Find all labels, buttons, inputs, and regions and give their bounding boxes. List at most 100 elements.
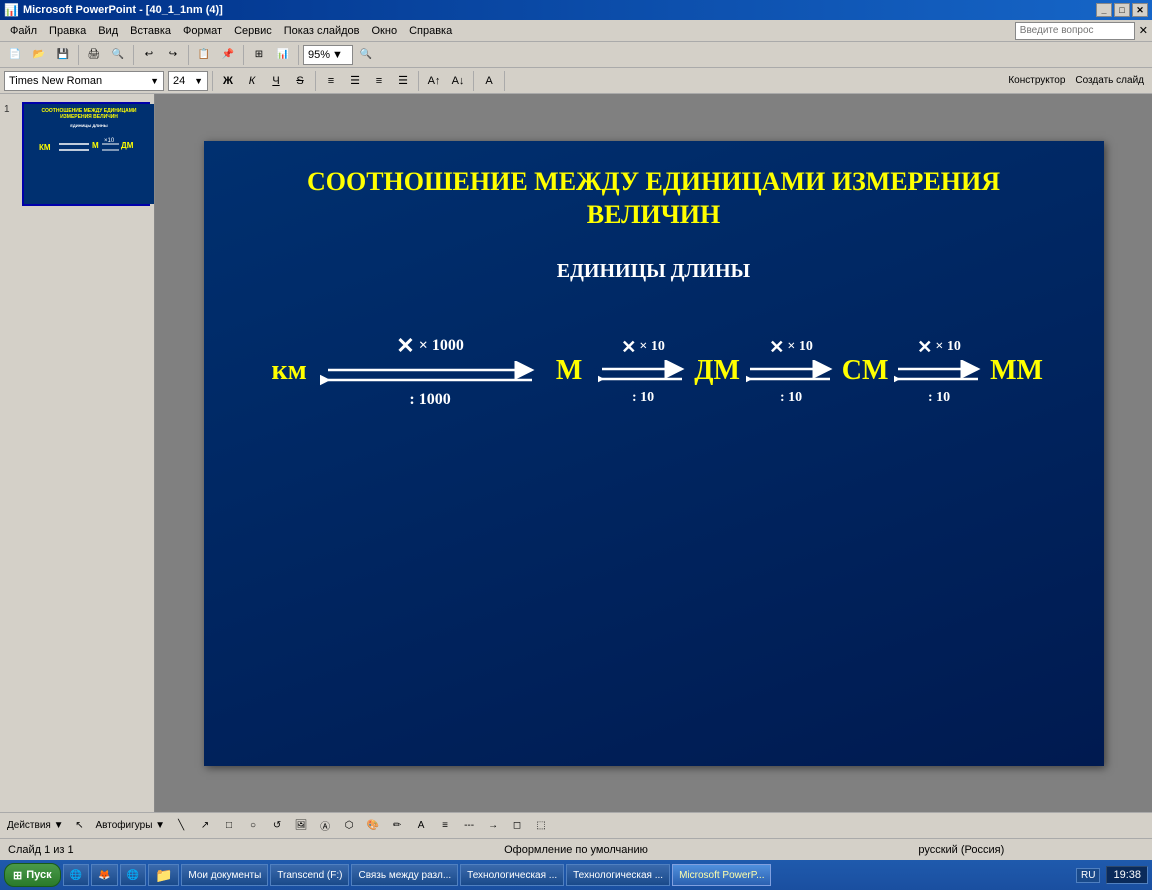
theme-info: Оформление по умолчанию bbox=[393, 844, 758, 856]
autoshapes-btn[interactable]: Автофигуры ▼ bbox=[93, 815, 169, 837]
new-slide-btn[interactable]: Создать слайд bbox=[1071, 70, 1148, 92]
taskbar-powerpoint[interactable]: Microsoft PowerP... bbox=[672, 864, 771, 886]
svg-text:ДМ: ДМ bbox=[121, 141, 134, 150]
font-name-field[interactable]: Times New Roman ▼ bbox=[4, 71, 164, 91]
dash-style-btn[interactable]: --- bbox=[458, 815, 480, 837]
align-center-btn[interactable]: ☰ bbox=[344, 70, 366, 92]
fill-color-btn[interactable]: 🎨 bbox=[362, 815, 384, 837]
bold-btn[interactable]: Ж bbox=[217, 70, 239, 92]
arrow-m-dm: ✕ × 10 bbox=[598, 337, 688, 406]
double-arrow-dm-sm bbox=[746, 360, 836, 388]
increase-font-btn[interactable]: A↑ bbox=[423, 70, 445, 92]
save-btn[interactable]: 💾 bbox=[52, 44, 74, 66]
menu-help[interactable]: Справка bbox=[403, 23, 458, 39]
diagram-btn[interactable]: ⬡ bbox=[338, 815, 360, 837]
select-btn[interactable]: ↖ bbox=[69, 815, 91, 837]
svg-text:М: М bbox=[92, 141, 99, 150]
arrow-km-m: ✕ × 1000 bbox=[320, 333, 540, 409]
taskbar-svyaz-label: Связь между разл... bbox=[358, 870, 451, 881]
copy-btn[interactable]: 📋 bbox=[193, 44, 215, 66]
wordart-btn[interactable]: Ⓐ bbox=[314, 815, 336, 837]
taskbar-transcend-label: Transcend (F:) bbox=[277, 870, 342, 881]
sep4 bbox=[243, 45, 244, 65]
double-arrow-large bbox=[320, 361, 540, 389]
menu-tools[interactable]: Сервис bbox=[228, 23, 278, 39]
font-size-field[interactable]: 24 ▼ bbox=[168, 71, 208, 91]
paste-btn[interactable]: 📌 bbox=[217, 44, 239, 66]
clip-btn[interactable]: 🖼 bbox=[290, 815, 312, 837]
font-color-btn[interactable]: A bbox=[478, 70, 500, 92]
align-left-btn[interactable]: ≡ bbox=[320, 70, 342, 92]
taskbar-tech2-label: Технологическая ... bbox=[573, 870, 663, 881]
drawing-toolbar: Действия ▼ ↖ Автофигуры ▼ ╲ ↗ □ ○ ↺ 🖼 Ⓐ … bbox=[0, 812, 1152, 838]
decrease-font-btn[interactable]: A↓ bbox=[447, 70, 469, 92]
taskbar-tech2[interactable]: Технологическая ... bbox=[566, 864, 670, 886]
taskbar-ie[interactable]: 🌐 bbox=[63, 864, 89, 886]
new-btn[interactable]: 📄 bbox=[4, 44, 26, 66]
menu-format[interactable]: Формат bbox=[177, 23, 228, 39]
menu-view[interactable]: Вид bbox=[92, 23, 124, 39]
undo-btn[interactable]: ↩ bbox=[138, 44, 160, 66]
slide-title-line1: СООТНОШЕНИЕ МЕЖДУ ЕДИНИЦАМИ ИЗМЕРЕНИЯ bbox=[307, 167, 1000, 196]
menu-file[interactable]: Файл bbox=[4, 23, 43, 39]
arrow-draw-btn[interactable]: ↗ bbox=[194, 815, 216, 837]
menu-edit[interactable]: Правка bbox=[43, 23, 92, 39]
open-btn[interactable]: 📂 bbox=[28, 44, 50, 66]
slide-title[interactable]: СООТНОШЕНИЕ МЕЖДУ ЕДИНИЦАМИ ИЗМЕРЕНИЯ ВЕ… bbox=[267, 165, 1040, 233]
designer-btn[interactable]: Конструктор bbox=[1004, 70, 1069, 92]
maximize-button[interactable]: □ bbox=[1114, 3, 1130, 17]
slide-canvas: СООТНОШЕНИЕ МЕЖДУ ЕДИНИЦАМИ ИЗМЕРЕНИЯ ВЕ… bbox=[204, 141, 1104, 766]
zoom-btn[interactable]: 🔍 bbox=[355, 44, 377, 66]
search-area: ✕ bbox=[1015, 22, 1148, 40]
menu-insert[interactable]: Вставка bbox=[124, 23, 177, 39]
start-button[interactable]: ⊞ Пуск bbox=[4, 863, 61, 887]
ellipse-btn[interactable]: ○ bbox=[242, 815, 264, 837]
taskbar-docs[interactable]: Мои документы bbox=[181, 864, 268, 886]
double-arrow-m-dm bbox=[598, 360, 688, 388]
taskbar-svyaz[interactable]: Связь между разл... bbox=[351, 864, 458, 886]
taskbar-transcend[interactable]: Transcend (F:) bbox=[270, 864, 349, 886]
table-btn[interactable]: ⊞ bbox=[248, 44, 270, 66]
search-input[interactable] bbox=[1015, 22, 1135, 40]
minimize-button[interactable]: _ bbox=[1096, 3, 1112, 17]
shadow-btn[interactable]: ◻ bbox=[506, 815, 528, 837]
zoom-dropdown-icon[interactable]: ▼ bbox=[332, 49, 343, 61]
redo-btn[interactable]: ↪ bbox=[162, 44, 184, 66]
italic-btn[interactable]: К bbox=[241, 70, 263, 92]
justify-btn[interactable]: ☰ bbox=[392, 70, 414, 92]
align-right-btn[interactable]: ≡ bbox=[368, 70, 390, 92]
draw-actions-btn[interactable]: Действия ▼ bbox=[4, 815, 67, 837]
3d-btn[interactable]: ⬚ bbox=[530, 815, 552, 837]
svg-text:×10: ×10 bbox=[104, 138, 115, 144]
taskbar-folder[interactable]: 📁 bbox=[148, 864, 179, 886]
arrow-style-btn[interactable]: → bbox=[482, 815, 504, 837]
close-search-icon[interactable]: ✕ bbox=[1139, 24, 1148, 37]
rect-btn[interactable]: □ bbox=[218, 815, 240, 837]
thumb-diagram: КМ М ×10 ДМ bbox=[34, 132, 144, 163]
taskbar-chrome[interactable]: 🌐 bbox=[120, 864, 146, 886]
unit-mm: ММ bbox=[990, 355, 1043, 387]
underline-btn[interactable]: Ч bbox=[265, 70, 287, 92]
close-button[interactable]: ✕ bbox=[1132, 3, 1148, 17]
print-btn[interactable]: 🖨 bbox=[83, 44, 105, 66]
line-btn[interactable]: ╲ bbox=[170, 815, 192, 837]
font-color-draw-btn[interactable]: A bbox=[410, 815, 432, 837]
font-size-dropdown-icon[interactable]: ▼ bbox=[194, 76, 203, 86]
slide-section-title[interactable]: ЕДИНИЦЫ ДЛИНЫ bbox=[557, 260, 750, 283]
menu-window[interactable]: Окно bbox=[366, 23, 404, 39]
font-name-dropdown-icon[interactable]: ▼ bbox=[150, 76, 159, 86]
taskbar-tech1[interactable]: Технологическая ... bbox=[460, 864, 564, 886]
line-style-btn[interactable]: ≡ bbox=[434, 815, 456, 837]
lang-button[interactable]: RU bbox=[1076, 868, 1100, 883]
unit-km: км bbox=[264, 355, 314, 387]
chart-btn[interactable]: 📊 bbox=[272, 44, 294, 66]
slide-thumb-1[interactable]: СООТНОШЕНИЕ МЕЖДУ ЕДИНИЦАМИИЗМЕРЕНИЯ ВЕЛ… bbox=[22, 102, 150, 206]
line-color-btn[interactable]: ✏ bbox=[386, 815, 408, 837]
rotate-btn[interactable]: ↺ bbox=[266, 815, 288, 837]
sep-fmt3 bbox=[418, 71, 419, 91]
taskbar-firefox[interactable]: 🦊 bbox=[91, 864, 117, 886]
menu-slideshow[interactable]: Показ слайдов bbox=[278, 23, 366, 39]
strikethrough-btn[interactable]: S bbox=[289, 70, 311, 92]
canvas-area: СООТНОШЕНИЕ МЕЖДУ ЕДИНИЦАМИ ИЗМЕРЕНИЯ ВЕ… bbox=[155, 94, 1152, 812]
preview-btn[interactable]: 🔍 bbox=[107, 44, 129, 66]
